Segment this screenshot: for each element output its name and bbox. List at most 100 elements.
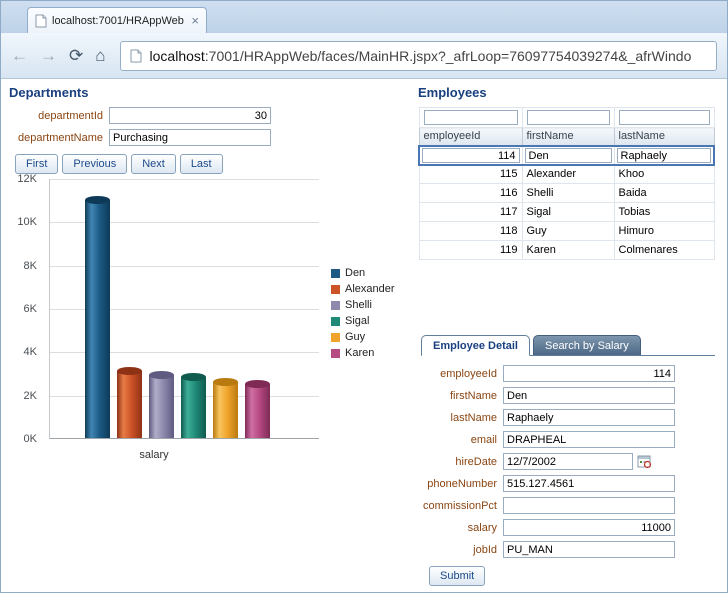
jobId-label: jobId [473, 543, 497, 556]
url-text: localhost:7001/HRAppWeb/faces/MainHR.jsp… [150, 48, 692, 64]
cell-firstName: Karen [521, 240, 615, 260]
employee-row-114[interactable]: 114 Den Raphaely [418, 144, 715, 166]
chart-x-axis-label: salary [139, 449, 169, 461]
cell-employeeId: 114 [418, 144, 523, 166]
chart-bar-den[interactable] [85, 196, 110, 438]
legend-swatch [331, 300, 340, 310]
chart-bar-alexander[interactable] [117, 367, 142, 438]
url-bar[interactable]: localhost:7001/HRAppWeb/faces/MainHR.jsp… [119, 40, 717, 71]
phoneNumber-label: phoneNumber [427, 477, 497, 490]
salary-input[interactable] [503, 519, 675, 536]
cell-employeeId: 115 [418, 164, 523, 184]
jobId-input[interactable] [503, 541, 675, 558]
hireDate-input[interactable] [503, 453, 633, 470]
employees-section: Employees employeeId firstName lastName 11… [418, 85, 715, 260]
employees-table-body: 114 Den Raphaely 115 Alexander Khoo 116 Shelli B… [418, 144, 715, 260]
bar-top [181, 373, 206, 381]
legend-label: Shelli [345, 299, 372, 311]
cell-firstName: Guy [521, 221, 615, 241]
firstName-input[interactable] [503, 387, 675, 404]
cell-lastName: Raphaely [613, 144, 715, 166]
page-icon [35, 14, 47, 28]
home-icon[interactable]: ⌂ [95, 47, 105, 64]
commissionPct-input[interactable] [503, 497, 675, 514]
cell-firstName: Sigal [521, 202, 615, 222]
chart-bar-karen[interactable] [245, 380, 270, 438]
calendar-picker-icon[interactable] [637, 454, 652, 469]
url-host: localhost [149, 47, 205, 64]
field-row-jobId: jobId [421, 540, 715, 559]
employees-title: Employees [418, 85, 487, 100]
departmentId-label: departmentId [38, 109, 103, 122]
y-tick-label: 6K [23, 303, 37, 315]
legend-label: Den [345, 267, 366, 279]
employees-filter-row [418, 107, 715, 128]
chart-bar-guy[interactable] [213, 378, 238, 438]
field-row-hireDate: hireDate [421, 452, 715, 471]
reload-icon[interactable]: ⟳ [69, 47, 83, 64]
field-row-departmentName: departmentName [9, 128, 413, 147]
bar-top [245, 380, 270, 388]
salary-label: salary [467, 521, 497, 534]
page-content: Departments departmentIddepartmentName F… [1, 79, 727, 592]
column-header-employeeId[interactable]: employeeId [418, 127, 523, 146]
filter-input-firstName[interactable] [526, 110, 610, 125]
back-arrow-icon[interactable]: ← [11, 47, 28, 64]
legend-swatch [331, 316, 340, 326]
field-row-phoneNumber: phoneNumber [421, 474, 715, 493]
tab-employee-detail[interactable]: Employee Detail [421, 335, 530, 356]
filter-input-lastName[interactable] [618, 110, 710, 125]
cell-editbox[interactable]: Raphaely [616, 147, 711, 163]
forward-arrow-icon[interactable]: → [40, 47, 57, 64]
email-input[interactable] [503, 431, 675, 448]
tab-close-icon[interactable]: × [191, 14, 199, 27]
employeeId-input[interactable] [503, 365, 675, 382]
chart-bar-sigal[interactable] [181, 373, 206, 438]
departmentName-input[interactable] [109, 129, 271, 146]
cell-lastName: Tobias [613, 202, 715, 222]
departmentId-input[interactable] [109, 107, 271, 124]
legend-item: Alexander [331, 283, 395, 295]
legend-swatch [331, 268, 340, 278]
lastName-input[interactable] [503, 409, 675, 426]
cell-lastName: Baida [613, 183, 715, 203]
employeeId-label: employeeId [440, 367, 497, 380]
employee-row-115[interactable]: 115 Alexander Khoo [418, 164, 715, 184]
field-row-email: email [421, 430, 715, 449]
column-header-firstName[interactable]: firstName [521, 127, 615, 146]
bar-top [149, 371, 174, 379]
bar-top [117, 367, 142, 375]
cell-editbox[interactable]: 114 [422, 147, 520, 163]
tab-search-by-salary[interactable]: Search by Salary [532, 335, 641, 355]
filter-input-employeeId[interactable] [423, 110, 518, 125]
firstName-label: firstName [449, 389, 497, 402]
cell-editbox[interactable]: Den [524, 147, 612, 163]
legend-label: Sigal [345, 315, 370, 327]
legend-item: Karen [331, 347, 395, 359]
chart-plot [49, 179, 319, 439]
cell-employeeId: 119 [418, 240, 523, 260]
cell-lastName: Himuro [613, 221, 715, 241]
browser-toolbar: ← → ⟳ ⌂ localhost:7001/HRAppWeb/faces/MainH… [1, 33, 727, 79]
salary-bar-chart: 0K 2K 4K 6K 8K 10K 12K salary Den Alexander Shel… [7, 167, 413, 467]
employee-row-117[interactable]: 117 Sigal Tobias [418, 202, 715, 222]
departmentName-label: departmentName [18, 131, 103, 144]
y-tick-label: 0K [23, 433, 37, 445]
browser-tab[interactable]: localhost:7001/HRAppWeb × [27, 7, 207, 33]
legend-swatch [331, 284, 340, 294]
commissionPct-label: commissionPct [423, 499, 497, 512]
employee-row-118[interactable]: 118 Guy Himuro [418, 221, 715, 241]
filter-cell [418, 107, 523, 128]
employee-row-119[interactable]: 119 Karen Colmenares [418, 240, 715, 260]
chart-bar-shelli[interactable] [149, 371, 174, 438]
chart-y-axis: 0K 2K 4K 6K 8K 10K 12K [7, 173, 43, 445]
employee-row-116[interactable]: 116 Shelli Baida [418, 183, 715, 203]
field-row-salary: salary [421, 518, 715, 537]
cell-firstName: Den [521, 144, 615, 166]
bar-top [85, 196, 110, 204]
column-header-lastName[interactable]: lastName [613, 127, 715, 146]
cell-firstName: Shelli [521, 183, 615, 203]
phoneNumber-input[interactable] [503, 475, 675, 492]
submit-button[interactable]: Submit [429, 566, 486, 586]
departments-section: Departments departmentIddepartmentName F… [9, 85, 413, 174]
